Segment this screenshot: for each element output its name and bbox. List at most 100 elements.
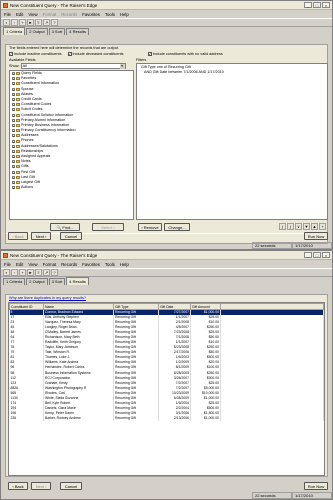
remove-button[interactable]: ‹ Remove: [138, 223, 162, 231]
add-button[interactable]: +: [319, 223, 326, 230]
expand-icon[interactable]: +: [12, 186, 15, 190]
no-address-checkbox[interactable]: ✓: [147, 52, 152, 56]
deceased-checkbox[interactable]: ✓: [67, 52, 72, 56]
expand-icon[interactable]: +: [12, 92, 15, 96]
expand-icon[interactable]: +: [12, 103, 15, 107]
expand-icon[interactable]: +: [12, 160, 15, 164]
run-icon[interactable]: ►: [27, 269, 34, 276]
expand-icon[interactable]: +: [12, 170, 15, 174]
menu-help[interactable]: Help: [120, 262, 129, 267]
expand-icon[interactable]: +: [12, 181, 15, 185]
print-icon[interactable]: ▫: [11, 19, 18, 26]
find-button[interactable]: 🔍 Find...: [50, 223, 80, 231]
menu-help[interactable]: Help: [120, 12, 129, 17]
tab-criteria[interactable]: 1 Criteria: [3, 27, 26, 35]
export-icon[interactable]: ↗: [43, 269, 50, 276]
run-now-button[interactable]: Run Now: [304, 232, 328, 240]
export-icon[interactable]: ↗: [43, 19, 50, 26]
tab-results[interactable]: 4 Results: [66, 28, 89, 35]
run-icon[interactable]: ►: [27, 19, 34, 26]
next-button[interactable]: Next ›: [31, 482, 51, 490]
expand-icon[interactable]: +: [12, 139, 15, 143]
menu-tools[interactable]: Tools: [105, 12, 115, 17]
menu-format[interactable]: Format: [43, 262, 57, 267]
tab-output[interactable]: 2 Output: [26, 278, 48, 285]
expand-icon[interactable]: +: [12, 113, 15, 117]
back-button[interactable]: ‹ Back: [8, 232, 28, 240]
results-grid[interactable]: Constituent ID Name Gift Type Gift Date …: [8, 302, 325, 476]
expand-icon[interactable]: +: [12, 155, 15, 159]
menu-file[interactable]: File: [4, 12, 11, 17]
paren-close-button[interactable]: ): [287, 223, 294, 230]
tab-output[interactable]: 2 Output: [26, 28, 48, 35]
help-icon[interactable]: ?: [51, 19, 58, 26]
save-icon[interactable]: ▪: [3, 269, 10, 276]
expand-icon[interactable]: +: [12, 129, 15, 133]
field-tree-item[interactable]: + Actions: [10, 185, 133, 190]
help-icon[interactable]: ?: [51, 269, 58, 276]
minimize-icon[interactable]: _: [304, 2, 312, 8]
no-address-option[interactable]: ✓ Include constituents with no valid addr…: [147, 52, 223, 56]
expand-icon[interactable]: +: [12, 82, 15, 86]
menu-records[interactable]: Records: [61, 12, 77, 17]
maximize-icon[interactable]: □: [313, 252, 321, 258]
expand-icon[interactable]: +: [12, 134, 15, 138]
tab-results[interactable]: 4 Results: [66, 277, 89, 285]
new-icon[interactable]: +: [19, 19, 26, 26]
back-button[interactable]: ‹ Back: [8, 482, 28, 490]
menu-edit[interactable]: Edit: [16, 12, 23, 17]
expand-icon[interactable]: +: [12, 118, 15, 122]
expand-icon[interactable]: +: [12, 144, 15, 148]
close-icon[interactable]: ×: [322, 2, 330, 8]
menu-view[interactable]: View: [28, 262, 37, 267]
move-down-button[interactable]: ▼: [303, 223, 310, 230]
run-now-button[interactable]: Run Now: [304, 482, 328, 490]
inactive-checkbox[interactable]: ✓: [9, 52, 13, 56]
close-icon[interactable]: ×: [322, 252, 330, 258]
available-fields-tree[interactable]: + Query Fields + Favorites + Constituent Info…: [9, 70, 134, 220]
deceased-option[interactable]: ✓ Include deceased constituents: [67, 52, 124, 56]
properties-icon[interactable]: ≡: [35, 269, 42, 276]
next-button[interactable]: Next ›: [31, 232, 51, 240]
cancel-button[interactable]: Cancel: [60, 232, 82, 240]
new-icon[interactable]: +: [19, 269, 26, 276]
duplicates-help-link[interactable]: Why are there duplicates in my query res…: [9, 296, 86, 300]
move-up-button[interactable]: ▲: [311, 223, 318, 230]
menu-favorites[interactable]: Favorites: [82, 12, 100, 17]
show-dropdown[interactable]: All ▼: [20, 63, 126, 69]
folder-icon: [16, 98, 20, 102]
tab-sort[interactable]: 3 Sort: [48, 278, 66, 285]
properties-icon[interactable]: ≡: [35, 19, 42, 26]
change-button[interactable]: Change...: [164, 223, 190, 231]
select-button[interactable]: Select ›: [92, 223, 124, 231]
expand-icon[interactable]: +: [12, 77, 15, 81]
menu-file[interactable]: File: [4, 262, 11, 267]
filters-panel[interactable]: Gift Type one of Recurring Gift AND Gift…: [136, 63, 328, 220]
menu-favorites[interactable]: Favorites: [82, 262, 100, 267]
menu-view[interactable]: View: [28, 12, 37, 17]
expand-icon[interactable]: +: [12, 72, 15, 76]
menu-tools[interactable]: Tools: [105, 262, 115, 267]
or-button[interactable]: ∨: [295, 223, 302, 230]
expand-icon[interactable]: +: [12, 149, 15, 153]
maximize-icon[interactable]: □: [313, 2, 321, 8]
menu-edit[interactable]: Edit: [16, 262, 23, 267]
folder-icon: [16, 129, 20, 133]
expand-icon[interactable]: +: [12, 123, 15, 127]
expand-icon[interactable]: +: [12, 165, 15, 169]
expand-icon[interactable]: +: [12, 98, 15, 102]
expand-icon[interactable]: +: [12, 108, 15, 112]
minimize-icon[interactable]: _: [304, 252, 312, 258]
expand-icon[interactable]: +: [12, 175, 15, 179]
save-icon[interactable]: ▪: [3, 19, 10, 26]
tab-criteria[interactable]: 1 Criteria: [3, 278, 26, 285]
print-icon[interactable]: ▫: [11, 269, 18, 276]
expand-icon[interactable]: +: [12, 87, 15, 91]
inactive-option[interactable]: ✓ Include inactive constituents: [9, 52, 62, 56]
table-row[interactable]: 236 Barker, Rodney Andrew Recurring Gift 2/…: [9, 415, 324, 421]
menu-format[interactable]: Format: [43, 12, 57, 17]
cancel-button[interactable]: Cancel: [60, 482, 82, 490]
tab-sort[interactable]: 3 Sort: [48, 28, 66, 35]
paren-open-button[interactable]: (: [279, 223, 286, 230]
menu-records[interactable]: Records: [61, 262, 77, 267]
